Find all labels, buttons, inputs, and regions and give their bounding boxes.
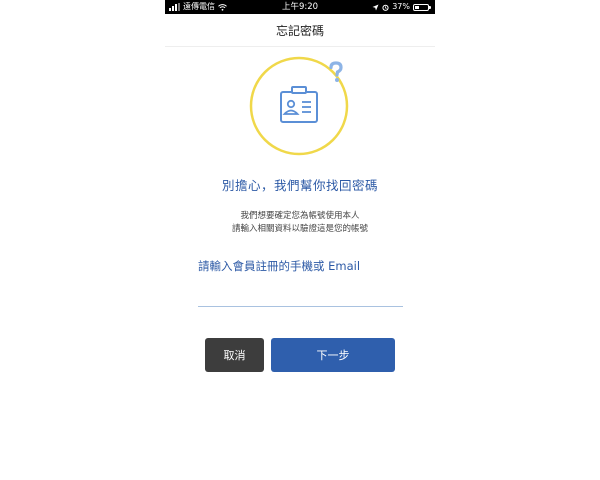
next-step-button[interactable]: 下一步	[271, 338, 395, 372]
reassure-heading: 別擔心，我們幫你找回密碼	[221, 178, 378, 193]
status-right: 37%	[372, 0, 431, 14]
description: 我們想要確定您為帳號使用本人 請輸入相關資料以驗證這是您的帳號	[165, 210, 435, 236]
hero-ring	[249, 56, 349, 156]
alarm-icon	[382, 4, 389, 11]
battery-fill	[415, 5, 420, 9]
phone-screen: 遠傳電信 上午9:20 37% 忘記密碼 別擔心，我們幫你找回密碼 我們想要確定…	[165, 0, 435, 480]
description-line-2: 請輸入相關資料以驗證這是您的帳號	[231, 224, 368, 234]
battery-icon	[413, 3, 431, 11]
cancel-button[interactable]: 取消	[205, 338, 264, 372]
page-title: 忘記密碼	[275, 24, 324, 38]
account-field-label: 請輸入會員註冊的手機或 Email	[198, 259, 361, 273]
description-line-1: 我們想要確定您為帳號使用本人	[240, 211, 360, 221]
id-badge-question-icon	[249, 56, 349, 156]
battery-percent: 37%	[392, 2, 410, 11]
account-input[interactable]	[198, 284, 403, 307]
badge-clip	[291, 86, 307, 94]
status-bar: 遠傳電信 上午9:20 37%	[165, 0, 435, 14]
location-icon	[372, 4, 379, 10]
nav-bar: 忘記密碼	[165, 14, 435, 47]
question-dot	[335, 78, 339, 82]
